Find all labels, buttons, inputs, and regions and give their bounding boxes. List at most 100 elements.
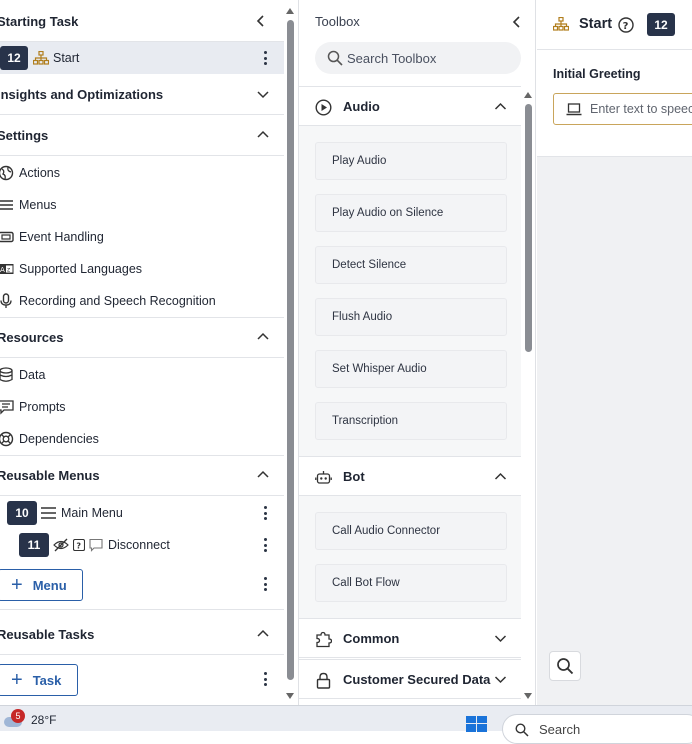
toolbox-item-detect-silence[interactable]: Detect Silence <box>315 246 507 284</box>
database-icon <box>0 367 13 382</box>
settings-title: Settings <box>0 128 49 143</box>
disconnect-row[interactable]: 11 ? Disconnect <box>0 529 284 561</box>
task-title: Start <box>579 16 613 32</box>
notification-badge: 5 <box>11 709 25 723</box>
more-options-icon[interactable] <box>263 50 267 66</box>
menu-lines-icon <box>0 200 13 210</box>
settings-item-recording[interactable]: Recording and Speech Recognition <box>0 285 284 318</box>
add-task-label: Task <box>32 672 62 688</box>
weather-widget[interactable]: 5 28°F <box>4 709 56 729</box>
resources-item-label: Data <box>19 368 46 382</box>
start-task-row[interactable]: 12 Start <box>0 42 284 74</box>
toolbox-category-customer-secured-data[interactable]: Customer Secured Data <box>299 659 521 699</box>
collapse-toolbox-icon[interactable] <box>511 15 523 29</box>
svg-text:z: z <box>7 267 10 274</box>
search-icon <box>557 658 574 675</box>
more-options-icon[interactable] <box>263 576 267 592</box>
resources-item-dependencies[interactable]: Dependencies <box>0 423 284 456</box>
resources-item-data[interactable]: Data <box>0 359 284 391</box>
left-panel-scrollbar[interactable] <box>285 0 295 705</box>
resources-header[interactable]: Resources <box>0 318 284 358</box>
toolbox-scrollbar[interactable] <box>523 88 533 705</box>
flow-navigation-panel: Starting Task 12 Start Insights and Opti… <box>0 0 284 705</box>
settings-item-actions[interactable]: Actions <box>0 157 284 189</box>
more-options-icon[interactable] <box>263 671 267 687</box>
toolbox-item-play-audio-on-silence[interactable]: Play Audio on Silence <box>315 194 507 232</box>
settings-item-menus[interactable]: Menus <box>0 189 284 221</box>
chevron-up-icon <box>494 472 507 480</box>
hidden-eye-icon <box>53 538 69 552</box>
reusable-menus-title: Reusable Menus <box>0 468 100 483</box>
toolbox-item-call-audio-connector[interactable]: Call Audio Connector <box>315 512 507 550</box>
scroll-down-icon[interactable] <box>524 693 532 699</box>
settings-item-label: Event Handling <box>19 230 104 244</box>
starting-task-title: Starting Task <box>0 14 79 29</box>
settings-header[interactable]: Settings <box>0 116 284 156</box>
task-editor-header: Start ? 12 <box>537 0 692 50</box>
windows-taskbar: 5 28°F Search <box>0 705 692 744</box>
toolbox-category-common[interactable]: Common <box>299 618 521 658</box>
app-root: Starting Task 12 Start Insights and Opti… <box>0 0 692 705</box>
disconnect-badge: 11 <box>19 533 49 557</box>
main-menu-row[interactable]: 10 Main Menu <box>0 497 284 529</box>
task-badge: 12 <box>647 13 675 36</box>
zoom-search-button[interactable] <box>549 651 581 681</box>
start-task-properties: Start ? 12 Initial Greeting Enter text t… <box>537 0 692 157</box>
reusable-menus-header[interactable]: Reusable Menus <box>0 456 284 496</box>
toolbox-search-input[interactable]: Search Toolbox <box>347 51 436 66</box>
initial-greeting-input[interactable]: Enter text to speech <box>553 93 692 125</box>
resources-item-label: Dependencies <box>19 432 99 446</box>
category-title: Audio <box>343 98 380 114</box>
insights-header[interactable]: Insights and Optimizations <box>0 75 284 115</box>
toolbox-category-bot[interactable]: Bot <box>299 456 521 496</box>
lock-icon <box>316 672 331 689</box>
toolbox-item-play-audio[interactable]: Play Audio <box>315 142 507 180</box>
settings-item-event-handling[interactable]: Event Handling <box>0 221 284 253</box>
resources-item-prompts[interactable]: Prompts <box>0 391 284 423</box>
help-icon[interactable]: ? <box>618 17 634 33</box>
scroll-up-icon[interactable] <box>286 8 294 14</box>
toolbox-item-flush-audio[interactable]: Flush Audio <box>315 298 507 336</box>
globe-icon <box>0 165 14 181</box>
chevron-up-icon <box>257 470 269 478</box>
main-menu-label: Main Menu <box>61 506 123 520</box>
category-title: Customer Secured Data <box>343 671 491 687</box>
category-title: Bot <box>343 468 365 484</box>
toolbox-item-call-bot-flow[interactable]: Call Bot Flow <box>315 564 507 602</box>
search-icon <box>515 723 529 737</box>
scrollbar-thumb[interactable] <box>525 104 532 352</box>
reusable-tasks-title: Reusable Tasks <box>0 627 95 642</box>
more-options-icon[interactable] <box>263 505 267 521</box>
taskbar-search[interactable]: Search <box>502 714 692 744</box>
initial-greeting-placeholder: Enter text to speech <box>590 102 692 116</box>
settings-item-supported-languages[interactable]: Az Supported Languages <box>0 253 284 285</box>
toolbox-item-set-whisper-audio[interactable]: Set Whisper Audio <box>315 350 507 388</box>
insights-title: Insights and Optimizations <box>0 87 164 102</box>
scroll-up-icon[interactable] <box>524 92 532 98</box>
toolbox-panel: Toolbox Search Toolbox Audio Play Audio … <box>298 0 536 705</box>
add-task-button[interactable]: + Task <box>0 664 78 696</box>
reusable-tasks-header[interactable]: Reusable Tasks <box>0 615 284 655</box>
main-menu-badge: 10 <box>7 501 37 525</box>
scroll-down-icon[interactable] <box>286 693 294 699</box>
toolbox-category-audio[interactable]: Audio <box>299 86 521 126</box>
windows-start-icon[interactable] <box>466 716 488 732</box>
scrollbar-thumb[interactable] <box>287 20 294 680</box>
message-icon <box>89 538 103 552</box>
menu-lines-icon <box>41 507 56 519</box>
more-options-icon[interactable] <box>263 537 267 553</box>
initial-greeting-label: Initial Greeting <box>553 67 641 81</box>
add-menu-button[interactable]: + Menu <box>0 569 83 601</box>
resources-title: Resources <box>0 330 64 345</box>
chevron-up-icon <box>257 332 269 340</box>
toolbox-search[interactable]: Search Toolbox <box>315 42 521 74</box>
chevron-down-icon <box>494 635 507 643</box>
settings-item-label: Recording and Speech Recognition <box>19 294 216 308</box>
toolbox-item-transcription[interactable]: Transcription <box>315 402 507 440</box>
sitemap-icon <box>553 17 569 31</box>
starting-task-header[interactable]: Starting Task <box>0 2 284 42</box>
settings-item-label: Menus <box>19 198 57 212</box>
chevron-up-icon <box>257 629 269 637</box>
start-badge: 12 <box>0 46 28 70</box>
collapse-left-icon[interactable] <box>254 14 268 28</box>
